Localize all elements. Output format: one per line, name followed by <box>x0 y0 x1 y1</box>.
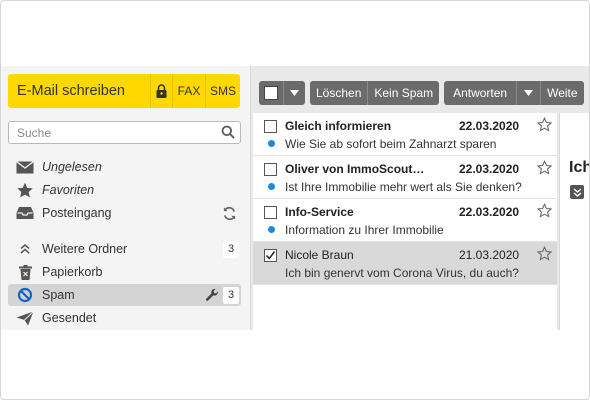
mail-toolbar: Löschen Kein Spam Antworten Weite <box>259 81 589 105</box>
mail-date: 21.03.2020 <box>459 248 520 262</box>
checkbox-icon <box>264 86 278 100</box>
send-icon <box>8 310 42 326</box>
mail-item[interactable]: Oliver von ImmoScout… 22.03.2020 Ist Ihr… <box>253 156 557 199</box>
star-outline-icon[interactable] <box>536 245 553 266</box>
folder-count: 3 <box>223 240 239 258</box>
inbox-icon <box>8 206 42 220</box>
mail-checkbox[interactable] <box>264 249 277 262</box>
sidebar: E-Mail schreiben FAX SMS Ungelesen Favor… <box>1 66 251 330</box>
spam-icon <box>8 287 42 303</box>
star-outline-icon[interactable] <box>536 116 553 137</box>
mail-checkbox[interactable] <box>264 206 277 219</box>
folder-trash[interactable]: Papierkorb <box>8 261 241 283</box>
select-dropdown-button[interactable] <box>284 81 305 105</box>
fax-button[interactable]: FAX <box>173 74 206 108</box>
delete-button[interactable]: Löschen <box>310 81 369 105</box>
expand-header-icon[interactable] <box>570 185 584 199</box>
mail-date: 22.03.2020 <box>459 162 520 176</box>
caret-down-icon <box>524 90 534 96</box>
encrypted-mail-button[interactable] <box>151 74 173 108</box>
folder-spam[interactable]: Spam 3 <box>8 284 241 306</box>
spam-actions-group: Löschen Kein Spam <box>310 81 440 105</box>
folder-inbox[interactable]: Posteingang <box>8 202 241 224</box>
mail-app: E-Mail schreiben FAX SMS Ungelesen Favor… <box>1 66 589 330</box>
folder-label: Gesendet <box>42 311 97 325</box>
folder-label: Spam <box>42 288 75 302</box>
reply-button[interactable]: Antworten <box>444 81 518 105</box>
caret-down-icon <box>290 90 299 96</box>
search-input[interactable] <box>9 122 209 143</box>
mail-subject: Ist Ihre Immobilie mehr wert als Sie den… <box>285 180 522 194</box>
mail-checkbox[interactable] <box>264 120 277 133</box>
reply-dropdown-button[interactable] <box>517 81 542 105</box>
folder-label: Weitere Ordner <box>42 242 128 256</box>
select-all-checkbox[interactable] <box>259 81 284 105</box>
folder-label: Ungelesen <box>42 160 102 174</box>
envelope-icon <box>8 160 42 174</box>
folder-label: Papierkorb <box>42 265 103 279</box>
reading-title: Ich <box>569 159 589 176</box>
mail-subject: Wie Sie ab sofort beim Zahnarzt sparen <box>285 137 497 151</box>
mail-date: 22.03.2020 <box>459 205 520 219</box>
folder-count: 3 <box>223 286 239 304</box>
compose-bar: E-Mail schreiben FAX SMS <box>8 74 240 108</box>
mail-item[interactable]: Nicole Braun 21.03.2020 Ich bin genervt … <box>253 242 557 285</box>
folder-sent[interactable]: Gesendet <box>8 307 241 329</box>
mail-item[interactable]: Gleich informieren 22.03.2020 Wie Sie ab… <box>253 113 557 156</box>
forward-button[interactable]: Weite <box>541 81 583 105</box>
sms-button[interactable]: SMS <box>206 74 240 108</box>
chevron-up-icon <box>8 243 42 255</box>
mail-checkbox[interactable] <box>264 163 277 176</box>
reading-pane: Ich <box>559 113 589 330</box>
mail-sender: Info-Service <box>285 205 354 219</box>
search-icon[interactable] <box>221 125 235 144</box>
reply-group: Antworten Weite <box>444 81 584 105</box>
folder-unread[interactable]: Ungelesen <box>8 156 241 178</box>
unread-dot <box>268 140 275 147</box>
unread-dot <box>268 226 275 233</box>
wrench-icon[interactable] <box>205 288 219 302</box>
trash-icon <box>8 264 42 280</box>
star-outline-icon[interactable] <box>536 202 553 223</box>
mail-subject: Information zu Ihrer Immobilie <box>285 223 444 237</box>
star-outline-icon[interactable] <box>536 159 553 180</box>
mail-subject: Ich bin genervt vom Corona Virus, du auc… <box>285 266 519 280</box>
mail-item[interactable]: Info-Service 22.03.2020 Information zu I… <box>253 199 557 242</box>
not-spam-button[interactable]: Kein Spam <box>368 81 439 105</box>
star-icon <box>8 182 42 199</box>
mail-sender: Nicole Braun <box>285 248 354 262</box>
lock-icon <box>156 84 167 98</box>
folder-favorites[interactable]: Favoriten <box>8 179 241 201</box>
folder-label: Posteingang <box>42 206 112 220</box>
select-all-group <box>259 81 305 105</box>
mail-sender: Oliver von ImmoScout… <box>285 162 425 176</box>
mail-list: Gleich informieren 22.03.2020 Wie Sie ab… <box>253 113 557 330</box>
checkmark-icon <box>265 251 276 260</box>
folder-more[interactable]: Weitere Ordner 3 <box>8 238 241 260</box>
mail-date: 22.03.2020 <box>459 119 520 133</box>
folder-label: Favoriten <box>42 183 95 197</box>
unread-dot <box>268 183 275 190</box>
search-box <box>8 121 241 144</box>
write-email-button[interactable]: E-Mail schreiben <box>8 74 151 108</box>
refresh-icon[interactable] <box>222 206 237 221</box>
mail-sender: Gleich informieren <box>285 119 392 133</box>
